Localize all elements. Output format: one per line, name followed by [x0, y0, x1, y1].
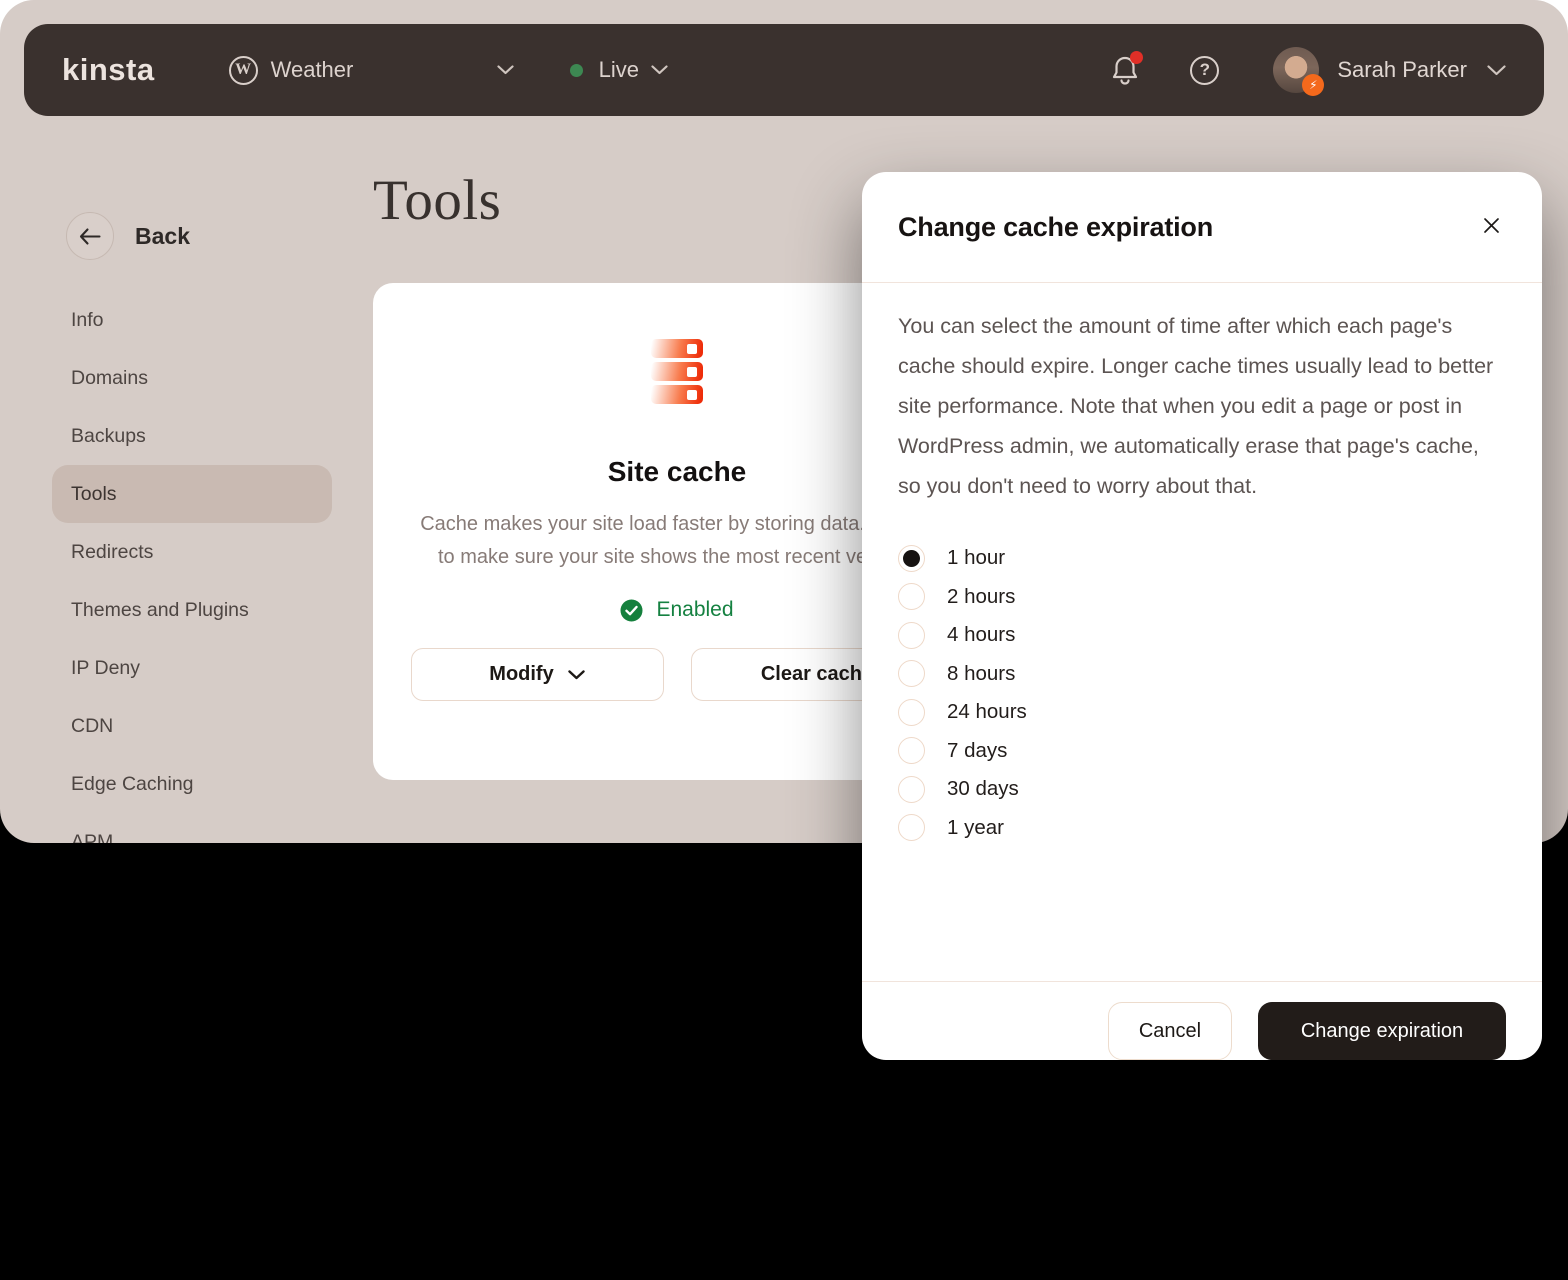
radio-option-7-days[interactable]: 7 days [898, 732, 1506, 771]
radio-icon [898, 737, 925, 764]
radio-option-label: 30 days [947, 777, 1019, 801]
wordpress-icon: W [229, 56, 258, 85]
radio-option-1-hour[interactable]: 1 hour [898, 539, 1506, 578]
sidebar-item-backups[interactable]: Backups [52, 407, 332, 465]
change-expiration-button[interactable]: Change expiration [1258, 1002, 1506, 1060]
modal-header: Change cache expiration [862, 172, 1542, 283]
chevron-down-icon[interactable] [1487, 65, 1506, 76]
sidebar-item-label: IP Deny [71, 657, 140, 680]
arrow-left-icon [79, 228, 101, 245]
sidebar-item-label: Edge Caching [71, 773, 194, 796]
sidebar-item-domains[interactable]: Domains [52, 349, 332, 407]
radio-option-label: 8 hours [947, 662, 1015, 686]
cancel-button[interactable]: Cancel [1108, 1002, 1232, 1060]
back-button[interactable]: Back [66, 212, 190, 260]
user-name: Sarah Parker [1337, 57, 1467, 83]
back-label: Back [135, 223, 190, 250]
radio-option-24-hours[interactable]: 24 hours [898, 693, 1506, 732]
sidebar-item-label: Domains [71, 367, 148, 390]
radio-option-4-hours[interactable]: 4 hours [898, 616, 1506, 655]
site-selector-dropdown[interactable]: W Weather [229, 56, 514, 85]
radio-option-1-year[interactable]: 1 year [898, 809, 1506, 848]
notifications-button[interactable] [1110, 53, 1140, 87]
card-title: Site cache [608, 456, 747, 488]
live-status-dot [570, 64, 583, 77]
help-button[interactable]: ? [1190, 56, 1219, 85]
cache-expiration-options: 1 hour 2 hours 4 hours 8 hours 24 hours [898, 539, 1506, 847]
sidebar-nav: Info Domains Backups Tools Redirects The… [52, 291, 332, 843]
radio-icon [898, 545, 925, 572]
close-icon [1483, 217, 1500, 234]
sidebar-item-themes-and-plugins[interactable]: Themes and Plugins [52, 581, 332, 639]
modify-button[interactable]: Modify [411, 648, 664, 701]
chevron-down-icon [568, 670, 585, 680]
check-circle-icon [620, 599, 643, 622]
kinsta-logo: kinsta [62, 52, 155, 88]
sidebar-item-apm[interactable]: APM [52, 813, 332, 843]
sidebar-item-info[interactable]: Info [52, 291, 332, 349]
modal-description: You can select the amount of time after … [898, 306, 1506, 506]
lightning-badge-icon: ⚡ [1302, 74, 1324, 96]
back-arrow-circle [66, 212, 114, 260]
modal-body: You can select the amount of time after … [862, 283, 1542, 847]
sidebar-item-edge-caching[interactable]: Edge Caching [52, 755, 332, 813]
chevron-down-icon [651, 65, 668, 75]
radio-icon [898, 814, 925, 841]
status-badge: Enabled [656, 598, 733, 622]
sidebar-item-label: Backups [71, 425, 146, 448]
sidebar-item-label: APM [71, 831, 113, 844]
sidebar-item-redirects[interactable]: Redirects [52, 523, 332, 581]
top-navbar: kinsta W Weather Live [24, 24, 1544, 116]
sidebar-item-label: Tools [71, 483, 117, 506]
sidebar-item-ip-deny[interactable]: IP Deny [52, 639, 332, 697]
change-cache-expiration-modal: Change cache expiration You can select t… [862, 172, 1542, 1060]
radio-icon [898, 583, 925, 610]
radio-icon [898, 699, 925, 726]
radio-option-30-days[interactable]: 30 days [898, 770, 1506, 809]
radio-icon [898, 660, 925, 687]
modal-title: Change cache expiration [898, 212, 1506, 243]
radio-option-label: 2 hours [947, 585, 1015, 609]
radio-option-2-hours[interactable]: 2 hours [898, 578, 1506, 617]
radio-option-8-hours[interactable]: 8 hours [898, 655, 1506, 694]
sidebar-item-label: CDN [71, 715, 113, 738]
radio-option-label: 1 year [947, 816, 1004, 840]
modal-footer: Cancel Change expiration [862, 981, 1542, 1060]
environment-label: Live [599, 57, 639, 83]
radio-option-label: 7 days [947, 739, 1007, 763]
page-title: Tools [373, 168, 501, 233]
radio-option-label: 1 hour [947, 546, 1005, 570]
radio-option-label: 4 hours [947, 623, 1015, 647]
sidebar-item-label: Redirects [71, 541, 153, 564]
modify-label: Modify [489, 663, 553, 686]
radio-icon [898, 776, 925, 803]
cache-status: Enabled [620, 598, 733, 622]
cache-bar [651, 339, 703, 358]
radio-icon [898, 622, 925, 649]
notification-badge [1130, 51, 1143, 64]
close-button[interactable] [1474, 208, 1508, 242]
sidebar-item-tools[interactable]: Tools [52, 465, 332, 523]
user-avatar[interactable]: ⚡ [1273, 47, 1319, 93]
cache-bar [651, 362, 703, 381]
server-cache-icon [651, 339, 703, 404]
clear-cache-label: Clear cache [761, 663, 873, 686]
chevron-down-icon [497, 65, 514, 75]
cache-bar [651, 385, 703, 404]
radio-option-label: 24 hours [947, 700, 1027, 724]
sidebar-item-cdn[interactable]: CDN [52, 697, 332, 755]
question-mark-icon: ? [1200, 60, 1210, 80]
environment-selector-dropdown[interactable]: Live [570, 57, 668, 83]
site-name: Weather [271, 57, 354, 83]
navbar-right-group: ? ⚡ Sarah Parker [1110, 47, 1506, 93]
sidebar-item-label: Info [71, 309, 104, 332]
sidebar-item-label: Themes and Plugins [71, 599, 249, 622]
